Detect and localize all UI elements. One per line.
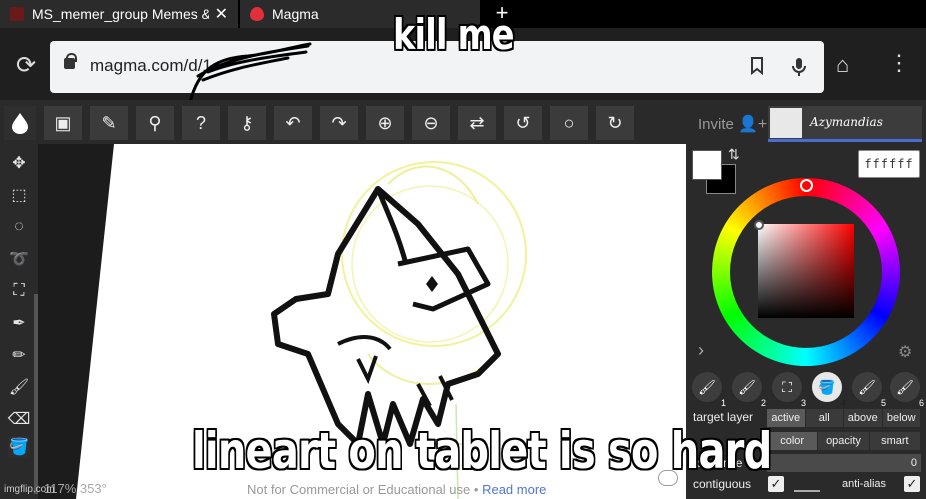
swap-colors-icon[interactable]: ⇅ [728, 146, 740, 163]
close-tab-icon[interactable]: ✕ [215, 4, 228, 24]
brush-slot-number: 3 [800, 398, 806, 408]
invite-button[interactable]: Invite [698, 116, 734, 133]
mode-smart[interactable]: smart [870, 432, 921, 450]
eraser-icon[interactable]: ⌫ [8, 408, 31, 430]
tab-ms-memer[interactable]: MS_memer_group Memes & ... ✕ [0, 0, 238, 28]
user-name: Azymandias [810, 115, 883, 129]
user-card[interactable]: Azymandias [768, 106, 922, 142]
imgflip-favicon-icon [10, 7, 24, 21]
ellipse-select-icon[interactable]: ◌ [8, 216, 30, 238]
target-layer-selector: active all above below [767, 409, 921, 427]
bookmark-icon[interactable] [750, 57, 764, 81]
brush-slot-2[interactable]: 🖌 2 [732, 372, 766, 408]
gear-icon[interactable]: ⚙ [898, 342, 912, 362]
rotate-right-icon[interactable]: ↻ [596, 106, 634, 140]
move-tool-icon[interactable]: ✥ [8, 152, 30, 174]
avatar [770, 108, 802, 138]
screenshot-root: MS_memer_group Memes & ... ✕ Magma + ⟳ m… [0, 0, 926, 499]
redo-icon[interactable]: ↷ [320, 106, 358, 140]
chevron-right-icon[interactable]: › [698, 340, 704, 361]
transform-icon[interactable]: ⛶ [8, 280, 30, 302]
rotate-left-icon[interactable]: ↺ [504, 106, 542, 140]
saturation-knob[interactable] [754, 220, 764, 230]
mode-opacity[interactable]: opacity [818, 432, 870, 450]
reload-icon[interactable]: ⟳ [16, 54, 36, 78]
anti-alias-checkbox[interactable]: ✓ [904, 476, 920, 492]
hue-wheel[interactable] [712, 178, 900, 366]
rect-select-icon[interactable]: ⬚ [8, 184, 30, 206]
brush-slot-number: 4 [840, 398, 846, 408]
target-layer-active[interactable]: active [767, 409, 806, 427]
meme-top-caption: kill me [393, 10, 515, 59]
brush-slot-6[interactable]: 🖌 6 [890, 372, 924, 408]
lasso-icon[interactable]: ➰ [8, 248, 30, 270]
brush-slot-number: 6 [918, 398, 924, 408]
more-icon[interactable]: ⋮ [888, 50, 910, 76]
brush-slot-number: 2 [760, 398, 766, 408]
hue-knob[interactable] [800, 179, 813, 192]
target-layer-all[interactable]: all [806, 409, 844, 427]
mic-icon[interactable] [792, 57, 806, 83]
target-layer-below[interactable]: below [883, 409, 921, 427]
key-icon[interactable]: ⚷ [228, 106, 266, 140]
paint-bucket-icon: 🪣 [818, 378, 836, 395]
license-separator: • [473, 482, 479, 497]
brush-tool-icon[interactable]: 🖌 [8, 376, 30, 398]
target-layer-above[interactable]: above [844, 409, 883, 427]
license-notice: Not for Commercial or Educational use • … [247, 482, 546, 497]
brush-slot-5[interactable]: 🖌 5 [852, 372, 886, 408]
search-icon[interactable]: ⚲ [136, 106, 174, 140]
mode-color[interactable]: color [767, 432, 819, 450]
brush-icon: 🖌 [698, 378, 716, 395]
transform-icon: ⛶ [782, 378, 792, 395]
anti-alias-label: anti-alias [842, 478, 887, 490]
primary-color-swatch[interactable] [692, 150, 722, 180]
tab-title: MS_memer_group Memes & ... [32, 6, 209, 22]
help-icon[interactable]: ? [182, 106, 220, 140]
fill-mode-selector: color opacity smart [767, 432, 921, 450]
left-tool-panel: ✥ ⬚ ◌ ➰ ⛶ ✒ ✏ 🖌 ⌫ 🪣 [0, 144, 38, 499]
scribble-redaction [188, 42, 312, 105]
paint-bucket-icon[interactable]: 🪣 [8, 436, 30, 458]
brush-slot-1[interactable]: 🖌 1 [692, 372, 726, 408]
license-text: Not for Commercial or Educational use [247, 482, 471, 497]
read-more-link[interactable]: Read more [482, 482, 546, 497]
app-toolbar: ▣ ✎ ⚲ ? ⚷ ↶ ↷ ⊕ ⊖ ⇄ ↺ ○ ↻ Invite 👤+ Azym… [0, 100, 926, 144]
home-icon[interactable]: ⌂ [836, 52, 849, 78]
brush-slot-number: 1 [720, 398, 726, 408]
reset-rotation-icon[interactable]: ○ [550, 106, 588, 140]
magma-favicon-icon [250, 7, 264, 21]
pencil-icon[interactable]: ✎ [90, 106, 128, 140]
add-user-icon[interactable]: 👤+ [738, 114, 767, 134]
divider [794, 490, 820, 492]
imgflip-watermark: imgflip.com [4, 484, 55, 495]
brush-icon: 🖌 [738, 378, 756, 395]
flip-icon[interactable]: ⇄ [458, 106, 496, 140]
brush-icon: 🖌 [858, 378, 876, 395]
lock-icon [64, 53, 77, 69]
zoom-out-icon[interactable]: ⊖ [412, 106, 450, 140]
hex-input[interactable]: ffffff [858, 150, 920, 178]
image-icon[interactable]: ▣ [44, 106, 82, 140]
brush-slot-4[interactable]: 🪣 4 [812, 372, 846, 408]
brush-slot-3[interactable]: ⛶ 3 [772, 372, 806, 408]
meme-bottom-caption: lineart on tablet is so hard [192, 422, 772, 480]
magma-menu-icon[interactable] [4, 106, 36, 140]
brush-slot-number: 5 [880, 398, 886, 408]
eyedropper-icon[interactable]: ✒ [8, 312, 30, 334]
pencil-tool-icon[interactable]: ✏ [8, 344, 30, 366]
tolerance-slider[interactable]: 0 [767, 454, 921, 472]
brush-icon: 🖌 [896, 378, 914, 395]
saturation-value-box[interactable] [758, 224, 854, 318]
zoom-in-icon[interactable]: ⊕ [366, 106, 404, 140]
undo-icon[interactable]: ↶ [274, 106, 312, 140]
